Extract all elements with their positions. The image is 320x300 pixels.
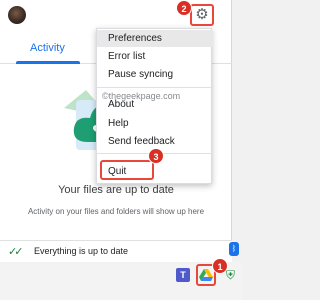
bluetooth-icon[interactable]: ᛒ <box>229 242 239 256</box>
double-check-icon: ✓✓ <box>8 246 24 258</box>
highlight-box-quit <box>100 160 154 180</box>
menu-item-pause-syncing[interactable]: Pause syncing <box>97 66 213 83</box>
tab-indicator <box>16 61 80 64</box>
tab-activity[interactable]: Activity <box>30 42 65 54</box>
callout-badge-3: 3 <box>148 148 164 164</box>
callout-badge-2: 2 <box>176 0 192 16</box>
avatar[interactable] <box>8 6 26 24</box>
status-footer: ✓✓ Everything is up to date <box>0 240 232 262</box>
status-title: Your files are up to date <box>58 184 174 196</box>
menu-item-help[interactable]: Help <box>97 115 213 132</box>
highlight-box-settings <box>190 4 214 26</box>
menu-item-error-list[interactable]: Error list <box>97 48 213 65</box>
footer-status-text: Everything is up to date <box>34 246 129 256</box>
menu-separator <box>97 87 213 88</box>
teams-icon[interactable]: T <box>176 268 190 282</box>
shield-icon[interactable]: ⛨ <box>226 268 235 283</box>
watermark: ©thegeekpage.com <box>102 91 181 101</box>
status-subtitle: Activity on your files and folders will … <box>27 207 205 216</box>
menu-item-preferences[interactable]: Preferences <box>97 30 213 47</box>
